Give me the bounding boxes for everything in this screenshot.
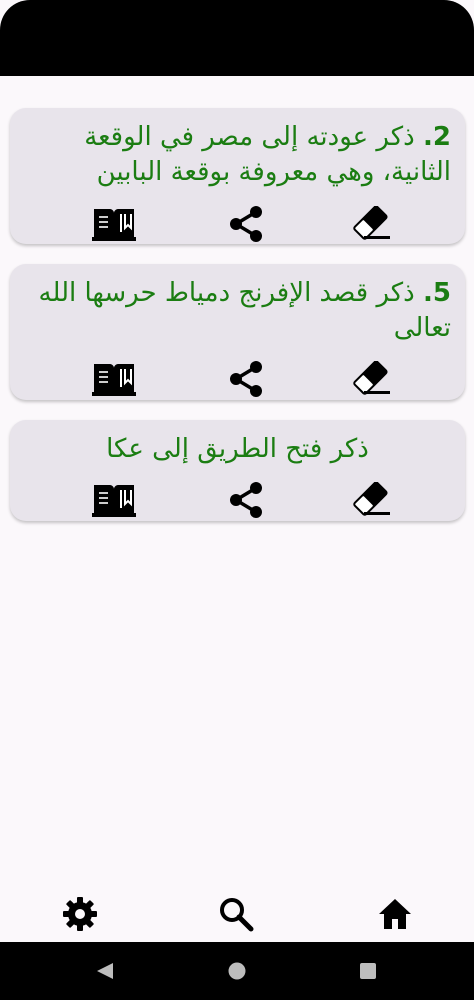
card-actions [10, 357, 465, 401]
bottom-navigation [0, 884, 474, 942]
card-title-text: ذكر عودته إلى مصر في الوقعة الثانية، وهي… [84, 122, 451, 187]
list-item[interactable]: 5. ذكر قصد الإفرنج دمياط حرسها الله تعال… [10, 264, 465, 400]
card-title[interactable]: 5. ذكر قصد الإفرنج دمياط حرسها الله تعال… [24, 276, 451, 346]
home-circle-icon[interactable] [225, 959, 249, 983]
card-actions [10, 478, 465, 522]
home-icon[interactable] [373, 892, 417, 936]
card-actions [10, 202, 465, 246]
card-title-text: ذكر فتح الطريق إلى عكا [106, 434, 369, 464]
card-title[interactable]: ذكر فتح الطريق إلى عكا [24, 432, 451, 467]
system-navigation-bar [0, 942, 474, 1000]
status-bar [0, 0, 474, 76]
card-title-text: ذكر قصد الإفرنج دمياط حرسها الله تعالى [38, 278, 451, 343]
eraser-icon[interactable] [348, 478, 396, 522]
book-icon[interactable] [90, 357, 138, 401]
search-icon[interactable] [214, 892, 258, 936]
card-number: 2. [423, 122, 451, 152]
list-item[interactable]: ذكر فتح الطريق إلى عكا [10, 420, 465, 521]
card-title[interactable]: 2. ذكر عودته إلى مصر في الوقعة الثانية، … [24, 120, 451, 190]
eraser-icon[interactable] [348, 202, 396, 246]
card-number: 5. [423, 278, 451, 308]
list-item[interactable]: 2. ذكر عودته إلى مصر في الوقعة الثانية، … [10, 108, 465, 244]
share-icon[interactable] [223, 478, 271, 522]
share-icon[interactable] [223, 202, 271, 246]
share-icon[interactable] [223, 357, 271, 401]
book-icon[interactable] [90, 202, 138, 246]
recents-icon[interactable] [356, 959, 380, 983]
eraser-icon[interactable] [348, 357, 396, 401]
settings-icon[interactable] [58, 892, 102, 936]
back-icon[interactable] [93, 959, 117, 983]
book-icon[interactable] [90, 478, 138, 522]
